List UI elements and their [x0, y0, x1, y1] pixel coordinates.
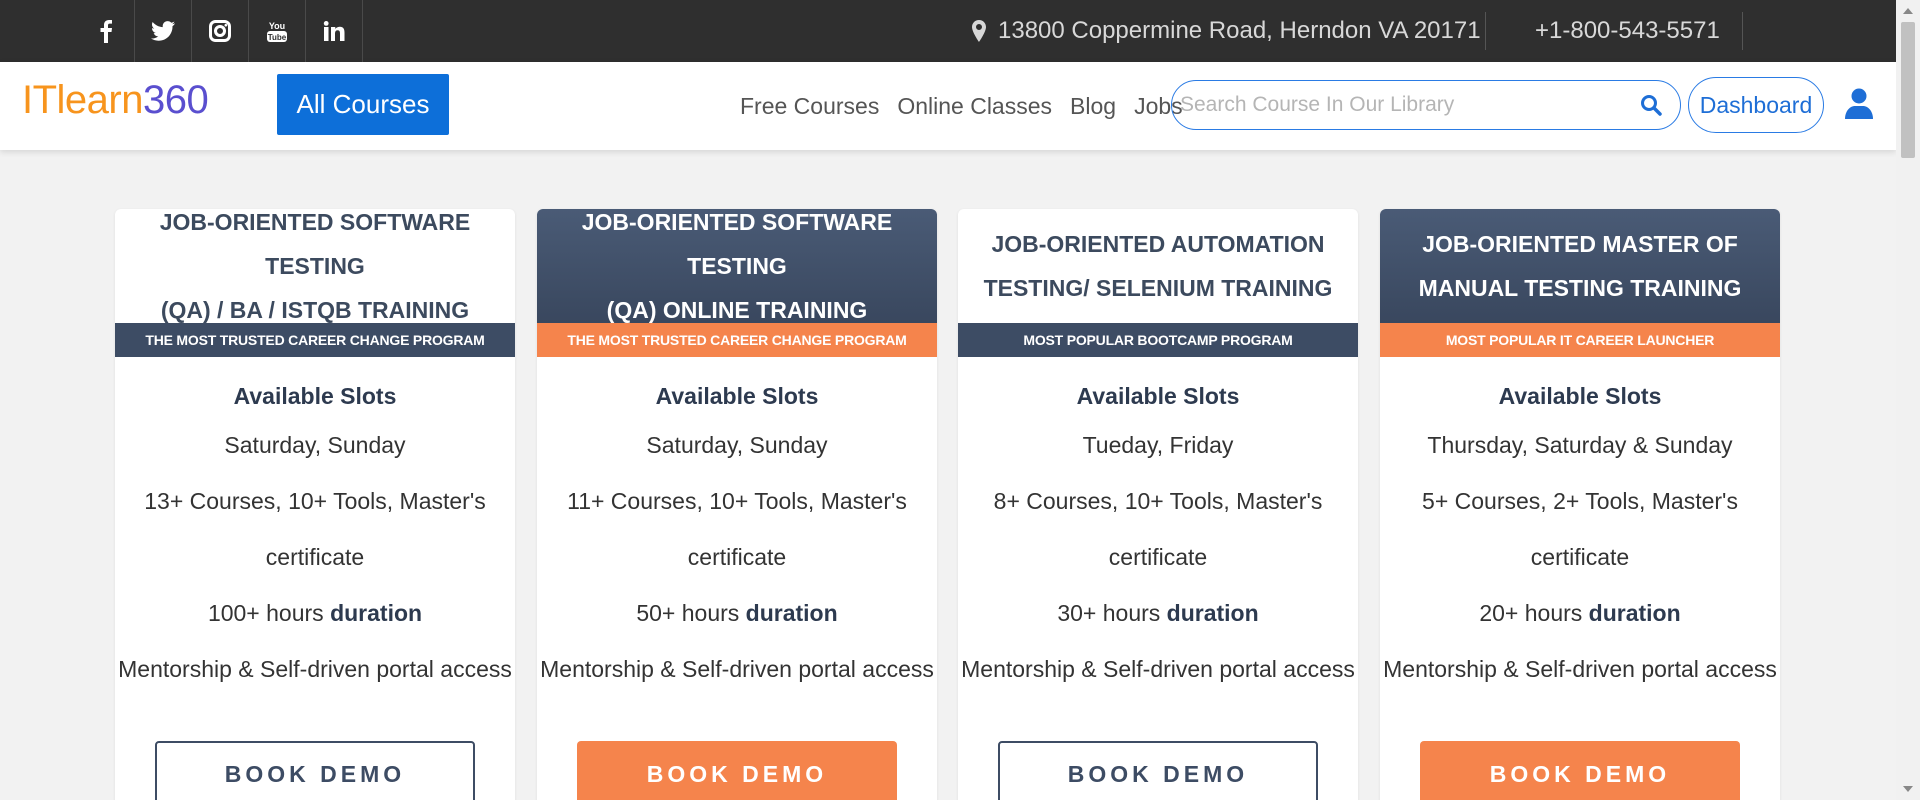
access-info: Mentorship & Self-driven portal access — [1383, 656, 1777, 682]
book-demo-button[interactable]: BOOK DEMO — [1420, 741, 1740, 800]
duration-label: duration — [330, 600, 423, 626]
page-scrollbar[interactable] — [1896, 0, 1920, 800]
card-title-line: (QA) ONLINE TRAINING — [606, 297, 868, 323]
card-body: Available Slots Saturday, Sunday 13+ Cou… — [115, 379, 515, 697]
course-card: JOB-ORIENTED AUTOMATION TESTING/ SELENIUM… — [958, 209, 1358, 800]
slot-days: Thursday, Saturday & Sunday — [1427, 432, 1733, 458]
card-title-line: JOB-ORIENTED SOFTWARE TESTING — [159, 209, 471, 279]
youtube-icon[interactable]: You Tube — [249, 0, 306, 62]
nav-link-free-courses[interactable]: Free Courses — [740, 93, 879, 120]
duration-hours: 100+ hours — [207, 600, 324, 626]
nav-link-blog[interactable]: Blog — [1070, 93, 1116, 120]
card-badge: MOST POPULAR BOOTCAMP PROGRAM — [958, 323, 1358, 357]
duration: 30+ hours duration — [958, 585, 1358, 641]
duration-label: duration — [1588, 600, 1681, 626]
nav-links: Free Courses Online Classes Blog Jobs — [740, 62, 1201, 150]
duration: 20+ hours duration — [1380, 585, 1780, 641]
user-icon[interactable] — [1845, 88, 1873, 125]
all-courses-button[interactable]: All Courses — [277, 74, 449, 135]
nav-link-online-classes[interactable]: Online Classes — [897, 93, 1052, 120]
dashboard-button[interactable]: Dashboard — [1688, 77, 1824, 133]
slots-heading: Available Slots — [1076, 383, 1240, 409]
map-marker-icon — [972, 20, 986, 42]
course-count: 11+ Courses, 10+ Tools, Master's — [567, 488, 907, 514]
card-title: JOB-ORIENTED SOFTWARE TESTING (QA) ONLINE… — [537, 209, 937, 323]
divider — [1485, 12, 1486, 50]
course-count: 13+ Courses, 10+ Tools, Master's — [144, 488, 486, 514]
card-body: Available Slots Tueday, Friday 8+ Course… — [958, 379, 1358, 697]
card-body: Available Slots Saturday, Sunday 11+ Cou… — [537, 379, 937, 697]
site-logo[interactable]: ITlearn360 — [22, 78, 209, 123]
address-text: 13800 Coppermine Road, Herndon VA 20171 — [998, 17, 1481, 44]
book-demo-button[interactable]: BOOK DEMO — [577, 741, 897, 800]
card-title-line: MANUAL TESTING TRAINING — [1418, 275, 1742, 301]
card-title-line: JOB-ORIENTED SOFTWARE TESTING — [581, 209, 893, 279]
divider — [1742, 12, 1743, 50]
card-title: JOB-ORIENTED SOFTWARE TESTING (QA) / BA /… — [115, 209, 515, 323]
instagram-icon[interactable] — [192, 0, 249, 62]
duration-label: duration — [745, 600, 838, 626]
card-title-line: TESTING/ SELENIUM TRAINING — [983, 275, 1333, 301]
duration: 50+ hours duration — [537, 585, 937, 641]
search-box — [1171, 80, 1681, 130]
card-title-line: (QA) / BA / ISTQB TRAINING — [160, 297, 470, 323]
course-count-cont: certificate — [1108, 544, 1208, 570]
course-count: 8+ Courses, 10+ Tools, Master's — [993, 488, 1323, 514]
duration-hours: 50+ hours — [636, 600, 740, 626]
duration-label: duration — [1166, 600, 1259, 626]
slots-heading: Available Slots — [233, 383, 397, 409]
course-count: 5+ Courses, 2+ Tools, Master's — [1422, 488, 1738, 514]
slot-days: Tueday, Friday — [1082, 432, 1234, 458]
access-info: Mentorship & Self-driven portal access — [961, 656, 1355, 682]
svg-text:Tube: Tube — [268, 33, 287, 42]
book-demo-button[interactable]: BOOK DEMO — [155, 741, 475, 800]
address: 13800 Coppermine Road, Herndon VA 20171 — [972, 0, 1481, 62]
course-card: JOB-ORIENTED MASTER OF MANUAL TESTING TRA… — [1380, 209, 1780, 800]
course-card: JOB-ORIENTED SOFTWARE TESTING (QA) / BA /… — [115, 209, 515, 800]
duration-hours: 20+ hours — [1479, 600, 1583, 626]
search-icon[interactable] — [1640, 94, 1662, 121]
svg-text:You: You — [269, 21, 285, 31]
linkedin-icon[interactable] — [306, 0, 363, 62]
facebook-icon[interactable] — [78, 0, 135, 62]
course-count-cont: certificate — [1530, 544, 1630, 570]
scrollbar-thumb[interactable] — [1901, 22, 1915, 158]
course-count-cont: certificate — [687, 544, 787, 570]
scroll-down-arrow-icon[interactable] — [1903, 786, 1913, 792]
card-title: JOB-ORIENTED MASTER OF MANUAL TESTING TRA… — [1380, 209, 1780, 323]
book-demo-button[interactable]: BOOK DEMO — [998, 741, 1318, 800]
logo-text-360: 360 — [143, 78, 209, 122]
twitter-icon[interactable] — [135, 0, 192, 62]
duration: 100+ hours duration — [115, 585, 515, 641]
card-body: Available Slots Thursday, Saturday & Sun… — [1380, 379, 1780, 697]
course-card: JOB-ORIENTED SOFTWARE TESTING (QA) ONLINE… — [537, 209, 937, 800]
duration-hours: 30+ hours — [1057, 600, 1161, 626]
slots-heading: Available Slots — [1498, 383, 1662, 409]
slot-days: Saturday, Sunday — [224, 432, 406, 458]
access-info: Mentorship & Self-driven portal access — [540, 656, 934, 682]
card-title-line: JOB-ORIENTED MASTER OF — [1422, 231, 1738, 257]
main-navbar: ITlearn360 All Courses Free Courses Onli… — [0, 62, 1896, 150]
slots-heading: Available Slots — [655, 383, 819, 409]
course-count-cont: certificate — [265, 544, 365, 570]
social-links: You Tube — [78, 0, 363, 62]
phone-number[interactable]: +1-800-543-5571 — [1535, 0, 1720, 62]
scroll-up-arrow-icon[interactable] — [1903, 8, 1913, 14]
card-title: JOB-ORIENTED AUTOMATION TESTING/ SELENIUM… — [958, 209, 1358, 323]
top-bar: You Tube 13800 Coppermine Road, Herndon V… — [0, 0, 1896, 62]
slot-days: Saturday, Sunday — [646, 432, 828, 458]
logo-text-itlearn: ITlearn — [22, 78, 144, 122]
access-info: Mentorship & Self-driven portal access — [118, 656, 512, 682]
search-input[interactable] — [1180, 93, 1620, 117]
card-title-line: JOB-ORIENTED AUTOMATION — [991, 231, 1325, 257]
card-badge: MOST POPULAR IT CAREER LAUNCHER — [1380, 323, 1780, 357]
